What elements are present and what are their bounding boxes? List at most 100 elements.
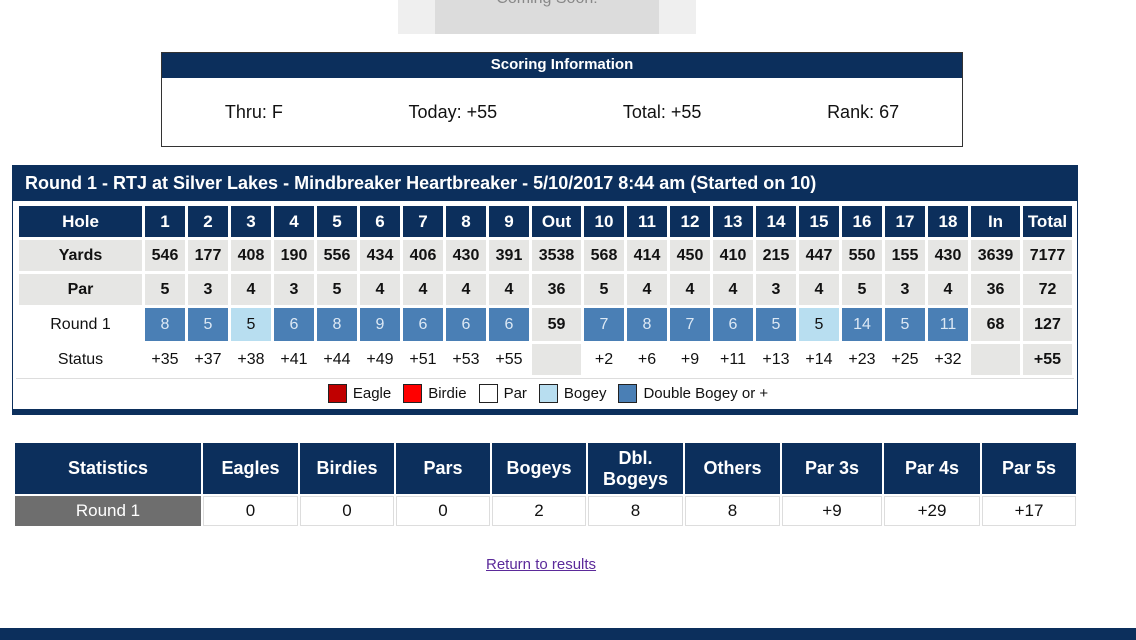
stats-cell: 0: [203, 496, 298, 526]
hole-cell: 4: [274, 206, 314, 237]
stats-cell: 0: [300, 496, 394, 526]
stats-cell: 8: [685, 496, 780, 526]
hole-cell: 5: [317, 206, 357, 237]
par-row: Par 5 3 4 3 5 4 4 4 4 36 5 4 4 4 3 4 5 3 4 36 72: [19, 274, 1072, 305]
score-cell: 8: [145, 308, 185, 341]
statistics-table: Statistics Eagles Birdies Pars Bogeys Dbl. Bo…: [13, 443, 1078, 526]
stats-header: Statistics: [15, 443, 201, 496]
yards-cell: 556: [317, 240, 357, 271]
par-cell: 4: [489, 274, 529, 305]
par-cell: 4: [360, 274, 400, 305]
score-cell: 6: [274, 308, 314, 341]
score-cell: 8: [627, 308, 667, 341]
stats-header: Bogeys: [492, 443, 586, 496]
par-cell: 4: [713, 274, 753, 305]
stats-header: Eagles: [203, 443, 298, 496]
legend-swatch: [403, 383, 423, 403]
hole-cell: 3: [231, 206, 271, 237]
status-cell: +14: [805, 350, 833, 368]
yards-cell: 430: [928, 240, 968, 271]
yards-cell: 430: [446, 240, 486, 271]
par-cell: 3: [885, 274, 925, 305]
status-cell: +25: [891, 350, 919, 368]
score-cell: 6: [489, 308, 529, 341]
scoring-title: Scoring Information: [162, 53, 962, 78]
yards-cell: 414: [627, 240, 667, 271]
footer-bar: [0, 628, 1136, 640]
par-cell: 5: [842, 274, 882, 305]
yards-cell: 550: [842, 240, 882, 271]
par-cell: 4: [403, 274, 443, 305]
par-cell: 4: [670, 274, 710, 305]
status-row: Status +35 +37 +38 +41 +44 +49 +51 +53 +55 +2 +6 +9 +…: [19, 344, 1072, 375]
yards-cell: 391: [489, 240, 529, 271]
par-in: 36: [971, 274, 1020, 305]
scorecard-title: Round 1 - RTJ at Silver Lakes - Mindbrea…: [13, 166, 1077, 201]
yards-cell: 408: [231, 240, 271, 271]
scoring-information-panel: Scoring Information Thru: F Today: +55 T…: [161, 52, 963, 147]
stats-cell: +17: [982, 496, 1076, 526]
yards-cell: 434: [360, 240, 400, 271]
yards-in: 3639: [971, 240, 1020, 271]
par-cell: 3: [756, 274, 796, 305]
stats-header: Birdies: [300, 443, 394, 496]
score-in: 68: [971, 308, 1020, 341]
status-cell: +11: [720, 350, 746, 368]
hole-cell: 9: [489, 206, 529, 237]
yards-cell: 215: [756, 240, 796, 271]
hole-cell: 10: [584, 206, 624, 237]
score-cell: 5: [799, 308, 839, 341]
hole-cell: 15: [799, 206, 839, 237]
par-out: 36: [532, 274, 581, 305]
legend-label: Eagle: [352, 384, 392, 402]
hole-in: In: [971, 206, 1020, 237]
return-to-results-link[interactable]: Return to results: [486, 556, 596, 573]
hole-total: Total: [1023, 206, 1072, 237]
hole-cell: 11: [627, 206, 667, 237]
status-cell: +35: [151, 350, 179, 368]
status-cell: +6: [637, 350, 657, 368]
stats-header: Par 4s: [884, 443, 980, 496]
stats-header: Others: [685, 443, 780, 496]
par-cell: 5: [584, 274, 624, 305]
scorecard-table: Hole 1 2 3 4 5 6 7 8 9 Out 10 11 12 13 14 15 16 17 18 In Tota…: [16, 203, 1075, 378]
total: Total: +55: [622, 102, 702, 122]
yards-cell: 568: [584, 240, 624, 271]
hole-cell: 2: [188, 206, 228, 237]
score-total: 127: [1023, 308, 1072, 341]
yards-cell: 190: [274, 240, 314, 271]
par-cell: 4: [446, 274, 486, 305]
status-cell: +55: [495, 350, 523, 368]
legend-swatch: [478, 383, 498, 403]
legend: Eagle Birdie Par Bogey Double Bogey or +: [16, 378, 1074, 407]
hole-cell: 1: [145, 206, 185, 237]
score-cell: 11: [928, 308, 968, 341]
par-total: 72: [1023, 274, 1072, 305]
yards-cell: 177: [188, 240, 228, 271]
status-cell: +53: [452, 350, 480, 368]
yards-cell: 546: [145, 240, 185, 271]
hole-cell: 16: [842, 206, 882, 237]
par-label: Par: [19, 274, 142, 305]
status-cell: +37: [194, 350, 222, 368]
stats-cell: 8: [588, 496, 683, 526]
score-cell: 9: [360, 308, 400, 341]
hole-cell: 13: [713, 206, 753, 237]
yards-total: 7177: [1023, 240, 1072, 271]
par-cell: 5: [145, 274, 185, 305]
status-cell: +23: [848, 350, 876, 368]
stats-header: Pars: [396, 443, 490, 496]
par-cell: 4: [799, 274, 839, 305]
yards-cell: 155: [885, 240, 925, 271]
coming-soon-text: Coming Soon!: [435, 0, 659, 34]
status-total: +55: [1023, 344, 1072, 375]
score-label: Round 1: [19, 308, 142, 341]
score-row: Round 1 8 5 5 6 8 9 6 6 6 59 7 8 7 6 5 5 14 5 11 68 127: [19, 308, 1072, 341]
par-cell: 3: [188, 274, 228, 305]
score-cell: 6: [446, 308, 486, 341]
score-cell: 5: [756, 308, 796, 341]
status-cell: +32: [934, 350, 962, 368]
status-cell: +49: [366, 350, 394, 368]
status-cell: +44: [323, 350, 351, 368]
stats-cell: 0: [396, 496, 490, 526]
